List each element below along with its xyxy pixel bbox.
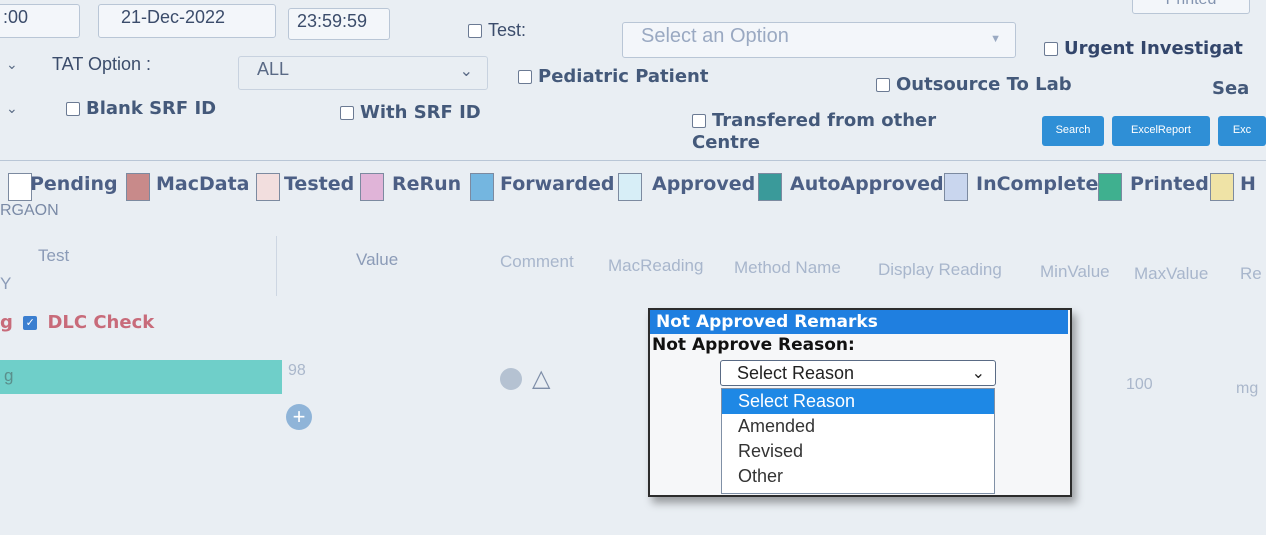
- pediatric-checkbox[interactable]: [518, 70, 532, 84]
- with-srf-checkbox[interactable]: [340, 106, 354, 120]
- legend-label-macdata: MacData: [156, 173, 250, 195]
- legend-label-forwarded: Forwarded: [500, 173, 615, 195]
- legend-label-printed: Printed: [1130, 173, 1209, 195]
- reason-option-select-reason[interactable]: Select Reason: [722, 389, 994, 414]
- reason-select-value: Select Reason: [737, 363, 855, 383]
- add-icon[interactable]: +: [286, 404, 312, 430]
- reason-select[interactable]: Select Reason ⌄: [720, 360, 996, 386]
- outsource-lab-checkbox-label[interactable]: Outsource To Lab: [876, 74, 1072, 95]
- legend-swatch-pending: [8, 173, 32, 201]
- dlc-checkbox[interactable]: ✓: [23, 316, 38, 330]
- search-label: Sea: [1212, 78, 1250, 99]
- not-approved-remarks-dialog[interactable]: Not Approved Remarks Not Approve Reason:…: [648, 308, 1072, 497]
- reason-options-list[interactable]: Select Reason Amended Revised Other: [721, 388, 995, 494]
- legend-label-rerun: ReRun: [392, 173, 462, 195]
- excel-report-button[interactable]: ExcelReport: [1112, 116, 1210, 146]
- tat-option-select[interactable]: ALL ⌄: [238, 56, 488, 90]
- legend-swatch-autoapproved: [758, 173, 782, 201]
- urgent-investigation-checkbox-label[interactable]: Urgent Investigat: [1044, 38, 1243, 59]
- dialog-title: Not Approved Remarks: [650, 310, 1068, 334]
- export-button[interactable]: Exc: [1218, 116, 1266, 146]
- test-row-highlight[interactable]: g: [0, 360, 282, 394]
- search-button[interactable]: Search: [1042, 116, 1104, 146]
- printed-filter-button[interactable]: Printed: [1132, 0, 1250, 14]
- test-select-placeholder: Select an Option: [641, 25, 789, 47]
- unit-cell: mg: [1236, 380, 1259, 397]
- to-date-value: 21-Dec-2022: [121, 7, 226, 27]
- legend-swatch-h: [1210, 173, 1234, 201]
- test-value: 98: [288, 362, 306, 379]
- chevron-down-icon[interactable]: ⌄: [6, 100, 18, 117]
- not-approve-reason-label: Not Approve Reason:: [652, 335, 855, 355]
- test-select[interactable]: Select an Option ▼: [622, 22, 1016, 58]
- col-header-test: Test: [38, 246, 70, 265]
- col-header-minvalue: MinValue: [1040, 262, 1110, 281]
- reason-option-revised[interactable]: Revised: [722, 439, 994, 464]
- to-time-value: 23:59:59: [297, 11, 368, 31]
- col-header-macreading: MacReading: [608, 256, 704, 275]
- blank-srf-checkbox-label[interactable]: Blank SRF ID: [66, 98, 216, 119]
- legend-label-pending: Pending: [30, 173, 118, 195]
- tat-option-value: ALL: [257, 59, 290, 79]
- chevron-down-icon: ⌄: [971, 365, 985, 382]
- test-row-name: g: [4, 366, 14, 385]
- legend-label-h: H: [1240, 173, 1256, 195]
- transfered-checkbox[interactable]: [692, 114, 706, 128]
- dlc-check-label: DLC Check: [47, 312, 155, 333]
- transfered-checkbox-label[interactable]: Transfered from other Centre: [692, 110, 936, 154]
- dlc-prefix: g: [0, 312, 13, 333]
- legend-label-tested: Tested: [284, 173, 355, 195]
- comment-icon[interactable]: [500, 368, 522, 390]
- legend-swatch-forwarded: [470, 173, 494, 201]
- col-header-value: Value: [356, 250, 399, 269]
- test-checkbox-label[interactable]: Test:: [468, 20, 526, 41]
- header-divider: [276, 236, 277, 296]
- to-time-field[interactable]: 23:59:59: [288, 8, 390, 40]
- transfered-label-line2: Centre: [692, 132, 760, 153]
- blank-srf-checkbox[interactable]: [66, 102, 80, 116]
- reason-option-other[interactable]: Other: [722, 464, 994, 489]
- col-header-maxvalue: MaxValue: [1134, 264, 1209, 283]
- to-date-field[interactable]: 21-Dec-2022: [98, 4, 276, 38]
- chevron-down-icon[interactable]: ⌄: [6, 56, 18, 73]
- col-header-comment: Comment: [500, 252, 574, 271]
- legend-label-autoapproved: AutoApproved: [790, 173, 944, 195]
- outsource-checkbox[interactable]: [876, 78, 890, 92]
- from-time-value: :00: [3, 7, 29, 27]
- legend-label-approved: Approved: [652, 173, 756, 195]
- reason-option-amended[interactable]: Amended: [722, 414, 994, 439]
- chevron-down-icon: ▼: [990, 33, 1001, 45]
- legend-swatch-approved: [618, 173, 642, 201]
- warning-triangle-icon[interactable]: △: [532, 364, 550, 393]
- tat-option-label: TAT Option :: [52, 54, 152, 74]
- dlc-row[interactable]: g ✓ DLC Check: [0, 312, 154, 333]
- legend-swatch-rerun: [360, 173, 384, 201]
- col-header-method-name: Method Name: [734, 258, 841, 277]
- col-header-display-reading: Display Reading: [878, 260, 1002, 279]
- with-srf-checkbox-label[interactable]: With SRF ID: [340, 102, 481, 123]
- from-time-field[interactable]: :00: [0, 4, 80, 38]
- legend-swatch-tested: [256, 173, 280, 201]
- legend-swatch-macdata: [126, 173, 150, 201]
- test-checkbox[interactable]: [468, 24, 482, 39]
- legend-label-incomplete: InComplete: [976, 173, 1099, 195]
- col-header-re: Re: [1240, 264, 1262, 283]
- legend-swatch-incomplete: [944, 173, 968, 201]
- urgent-checkbox[interactable]: [1044, 42, 1058, 56]
- pediatric-patient-checkbox-label[interactable]: Pediatric Patient: [518, 66, 708, 87]
- status-legend: Pending MacData Tested ReRun Forwarded A…: [0, 160, 1266, 211]
- row-y-label: Y: [0, 274, 12, 293]
- legend-swatch-printed: [1098, 173, 1122, 201]
- max-value-cell: 100: [1126, 376, 1153, 393]
- chevron-down-icon: ⌄: [459, 63, 473, 80]
- centre-name: RGAON: [0, 202, 59, 219]
